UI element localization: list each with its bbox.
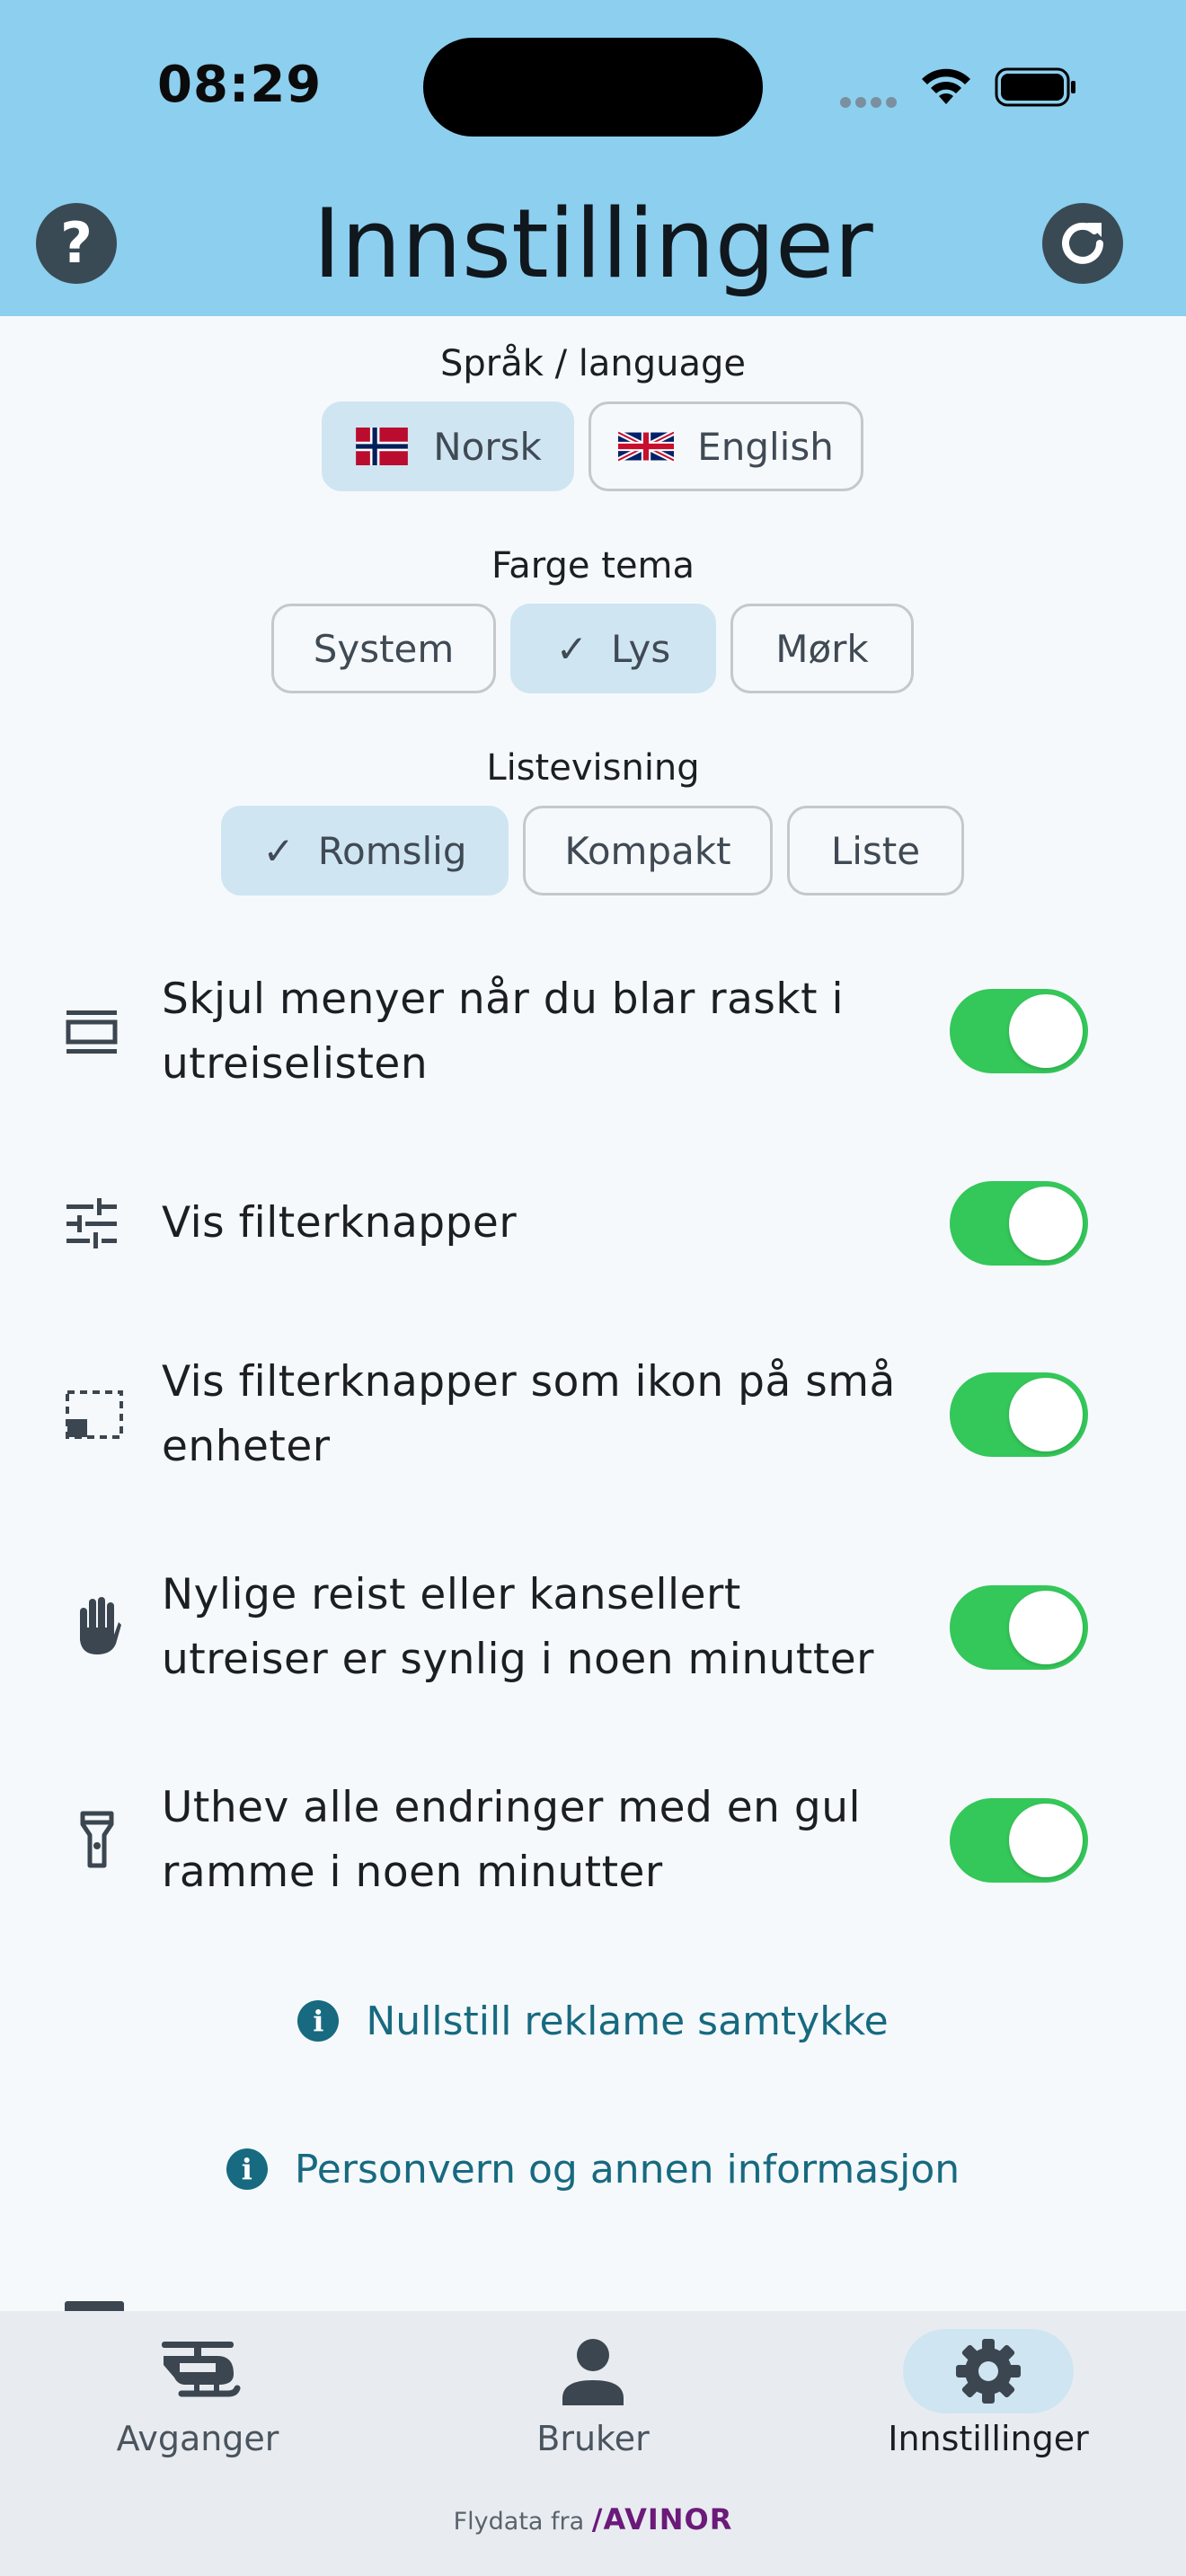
- battery-icon: [995, 67, 1075, 107]
- app-header: 08:29 ? Innstillinger: [0, 0, 1186, 316]
- theme-option-label: Lys: [610, 626, 671, 671]
- theme-option-lys[interactable]: ✓ Lys: [510, 604, 716, 693]
- theme-label: Farge tema: [491, 545, 695, 587]
- hide-menu-icon: [66, 1010, 118, 1054]
- hide-menus-toggle[interactable]: [950, 989, 1088, 1073]
- setting-row-recent-departures: Nylige reist eller kansellert utreiser e…: [0, 1563, 1186, 1692]
- filter-buttons-toggle[interactable]: [950, 1181, 1088, 1266]
- language-option-label: Norsk: [433, 424, 542, 469]
- info-icon: i: [297, 2000, 340, 2042]
- norway-flag-icon: [356, 428, 409, 465]
- theme-option-mork[interactable]: Mørk: [730, 604, 914, 693]
- reset-ad-consent-link[interactable]: i Nullstill reklame samtykke: [0, 1993, 1186, 2049]
- refresh-icon: [1062, 222, 1103, 264]
- list-view-option-label: Kompakt: [564, 828, 731, 873]
- theme-option-label: System: [313, 626, 455, 671]
- nav-label: Avganger: [116, 2419, 279, 2458]
- highlight-changes-toggle[interactable]: [950, 1798, 1088, 1883]
- setting-row-filter-buttons: Vis filterknapper: [0, 1181, 1186, 1266]
- uk-flag-icon: [618, 429, 675, 463]
- checkmark-icon: ✓: [262, 828, 295, 873]
- filter-sliders-icon: [66, 1198, 117, 1248]
- recent-departures-toggle[interactable]: [950, 1585, 1088, 1670]
- dynamic-island: [423, 38, 763, 137]
- list-view-option-kompakt[interactable]: Kompakt: [523, 806, 773, 895]
- list-view-option-romslig[interactable]: ✓ Romslig: [221, 806, 509, 895]
- language-option-label: English: [697, 424, 834, 469]
- status-time: 08:29: [157, 56, 323, 114]
- info-icon: i: [226, 2148, 268, 2190]
- wifi-icon: [922, 68, 970, 104]
- nav-avganger[interactable]: Avganger: [0, 2311, 395, 2518]
- setting-text: Nylige reist eller kansellert utreiser e…: [162, 1570, 875, 1684]
- setting-text: Vis filterknapper: [162, 1198, 518, 1248]
- setting-text: Skjul menyer når du blar raskt i utreise…: [162, 975, 845, 1089]
- footer-prefix: Flydata fra: [453, 2508, 585, 2536]
- nav-label: Innstillinger: [888, 2419, 1089, 2458]
- list-view-option-liste[interactable]: Liste: [787, 806, 964, 895]
- flashlight-icon: [80, 1811, 114, 1868]
- avinor-logo: ∕AVINOR: [591, 2502, 733, 2536]
- nav-label: Bruker: [536, 2419, 650, 2458]
- language-option-norsk[interactable]: Norsk: [322, 401, 574, 491]
- setting-row-highlight-changes: Uthev alle endringer med en gul ramme i …: [0, 1776, 1186, 1905]
- list-view-option-label: Romslig: [317, 828, 467, 873]
- link-text: Nullstill reklame samtykke: [366, 1998, 889, 2044]
- person-icon: [562, 2339, 624, 2405]
- small-screen-icon: [66, 1390, 123, 1439]
- language-label: Språk / language: [439, 343, 747, 384]
- gear-icon: [956, 2339, 1021, 2404]
- nav-innstillinger[interactable]: Innstillinger: [791, 2311, 1186, 2518]
- footer-credit: Flydata fra ∕AVINOR: [0, 2502, 1186, 2536]
- page-title: Innstillinger: [313, 189, 873, 299]
- setting-row-hide-menus: Skjul menyer når du blar raskt i utreise…: [0, 967, 1186, 1097]
- refresh-button[interactable]: [1042, 203, 1123, 284]
- avinor-brand: AVINOR: [603, 2502, 733, 2536]
- theme-option-label: Mørk: [775, 626, 869, 671]
- nav-bruker[interactable]: Bruker: [395, 2311, 791, 2518]
- list-view-option-label: Liste: [830, 828, 921, 873]
- setting-text: Uthev alle endringer med en gul ramme i …: [162, 1783, 862, 1897]
- link-text: Personvern og annen informasjon: [294, 2146, 960, 2192]
- hand-icon: [80, 1597, 121, 1654]
- language-option-english[interactable]: English: [589, 401, 863, 491]
- helicopter-icon: [162, 2342, 241, 2397]
- status-icons: [840, 63, 1083, 112]
- list-view-label: Listevisning: [486, 747, 700, 789]
- filter-icons-toggle[interactable]: [950, 1372, 1088, 1457]
- cellular-signal-icon: [840, 94, 901, 111]
- privacy-info-link[interactable]: i Personvern og annen informasjon: [0, 2141, 1186, 2197]
- setting-text: Vis filterknapper som ikon på små enhete…: [162, 1357, 896, 1471]
- setting-row-filter-icons: Vis filterknapper som ikon på små enhete…: [0, 1350, 1186, 1479]
- checkmark-icon: ✓: [555, 626, 588, 671]
- theme-option-system[interactable]: System: [271, 604, 496, 693]
